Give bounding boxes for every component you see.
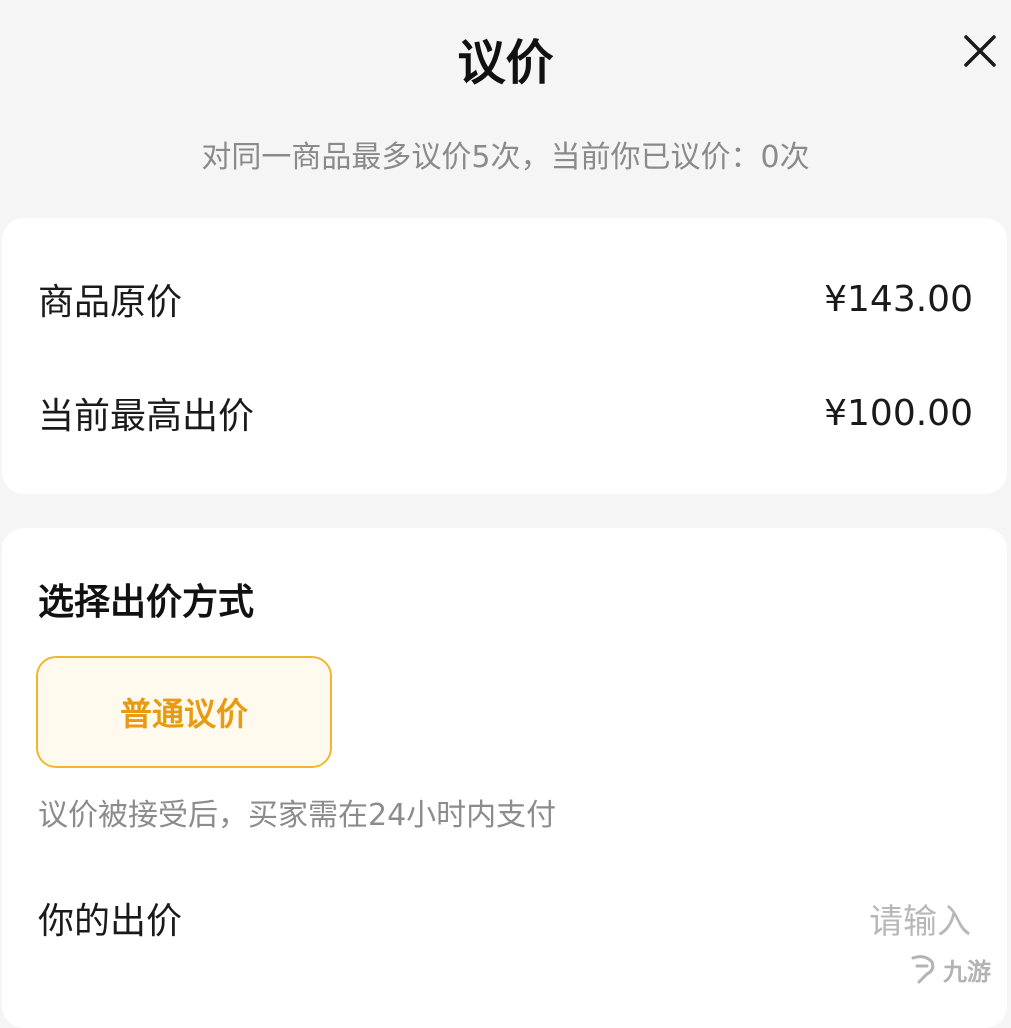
watermark-text: 九游 — [943, 957, 991, 986]
highest-bid-value: ¥100.00 — [824, 392, 973, 434]
normal-bargain-option[interactable]: 普通议价 — [36, 656, 332, 768]
price-card: 商品原价 ¥143.00 当前最高出价 ¥100.00 — [2, 218, 1007, 494]
watermark: 九游 — [905, 949, 1005, 989]
header: 议价 — [0, 0, 1011, 130]
bid-method-card: 选择出价方式 普通议价 议价被接受后，买家需在24小时内支付 你的出价 — [2, 528, 1007, 1028]
bargain-limit-notice: 对同一商品最多议价5次，当前你已议价：0次 — [201, 140, 810, 175]
original-price-label: 商品原价 — [38, 282, 183, 323]
highest-bid-label: 当前最高出价 — [38, 396, 255, 437]
section-title: 选择出价方式 — [38, 582, 255, 623]
page-title: 议价 — [457, 35, 554, 91]
original-price-row: 商品原价 ¥143.00 — [38, 274, 973, 324]
method-hint: 议价被接受后，买家需在24小时内支付 — [38, 798, 557, 833]
bid-input[interactable] — [649, 888, 973, 956]
close-icon — [964, 35, 996, 67]
logo-icon — [911, 955, 935, 984]
original-price-value: ¥143.00 — [824, 278, 973, 320]
bid-label: 你的出价 — [38, 901, 183, 942]
close-button[interactable] — [963, 34, 997, 68]
highest-bid-row: 当前最高出价 ¥100.00 — [38, 388, 973, 438]
